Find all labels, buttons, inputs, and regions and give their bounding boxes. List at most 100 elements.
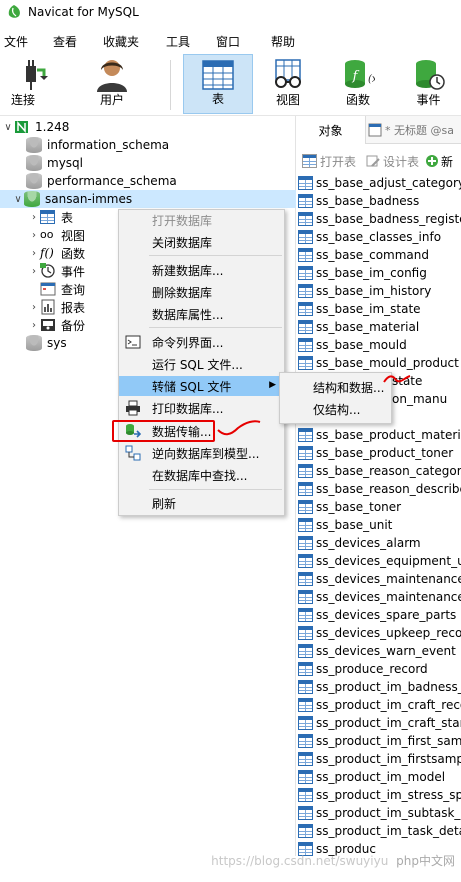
table-icon [298,716,313,730]
table-row[interactable]: ss_product_im_model [298,768,445,786]
table-icon [298,446,313,460]
menu-help[interactable]: 帮助 [271,33,295,50]
table-row[interactable]: ss_product_im_first_samp [298,732,461,750]
tree-node-queries[interactable]: 查询 [40,280,85,298]
chevron-down-icon[interactable]: ∨ [2,122,14,133]
table-icon [298,590,313,604]
chevron-right-icon[interactable]: › [28,212,40,223]
chevron-right-icon[interactable]: › [28,266,40,277]
tree-node-events[interactable]: › 事件 [28,262,85,280]
function-button[interactable]: f (x) 函数 [326,54,390,114]
table-row[interactable]: ss_product_im_badness_s [298,678,461,696]
menu-favorites[interactable]: 收藏夹 [103,33,139,50]
user-icon [97,60,127,92]
table-row[interactable]: ss_product_im_craft_reco [298,696,461,714]
table-row[interactable]: ss_base_badness [298,192,419,210]
new-table-button[interactable]: 新 [425,153,453,170]
tree-node-functions[interactable]: › f() 函数 [28,244,85,262]
table-row[interactable]: ss_base_im_history [298,282,431,300]
menu-file[interactable]: 文件 [4,33,28,50]
menu-tools[interactable]: 工具 [166,33,190,50]
tree-node-tables[interactable]: › 表 [28,208,73,226]
menu-structure-and-data[interactable]: 结构和数据... [280,377,391,397]
menu-item-label: 打印数据库... [152,401,224,416]
table-row[interactable]: ss_base_reason_describe [298,480,461,498]
table-row[interactable]: ss_base_im_state [298,300,421,318]
menu-new-database[interactable]: 新建数据库... [119,260,284,280]
table-row[interactable]: ss_base_toner [298,498,401,516]
menu-view[interactable]: 查看 [53,33,77,50]
menu-reverse-to-model[interactable]: 逆向数据库到模型... [119,443,284,463]
table-icon [298,248,313,262]
tree-node-backups[interactable]: › 备份 [28,316,85,334]
watermark-url: https://blog.csdn.net/swuyiyu [211,854,389,868]
table-row[interactable]: ss_product_im_task_detai [298,822,461,840]
menu-delete-database[interactable]: 删除数据库 [119,282,284,302]
table-icon [298,302,313,316]
design-table-button[interactable]: 设计表 [366,153,419,170]
menu-item-label: 仅结构... [313,402,361,417]
view-button[interactable]: 视图 [256,54,320,114]
table-row[interactable]: ss_base_unit [298,516,392,534]
table-row[interactable]: ss_base_product_materia [298,426,461,444]
table-row[interactable]: ss_produce_record [298,660,428,678]
connect-button[interactable]: 连接 [6,54,74,114]
table-button[interactable]: 表 [183,54,253,114]
tree-node-label: 函数 [61,246,86,261]
tree-db-sansan-immes[interactable]: ∨ sansan-immes [0,190,296,208]
table-row[interactable]: ss_devices_maintenance_ [298,570,461,588]
table-row[interactable]: ss_base_mould [298,336,407,354]
table-row[interactable]: ss_product_im_firstsample [298,750,461,768]
table-row[interactable]: ss_base_reason_category [298,462,461,480]
table-row[interactable]: ss_devices_upkeep_recor [298,624,461,642]
table-row[interactable]: ss_base_command [298,246,429,264]
tree-node-views[interactable]: › oo 视图 [28,226,85,244]
tree-db-performance-schema[interactable]: performance_schema [26,172,177,190]
tree-db-mysql[interactable]: mysql [26,154,83,172]
table-row-partial[interactable]: on_manu [392,390,447,408]
tab-untitled-query[interactable]: * 无标题 @sa [368,116,454,144]
tab-objects[interactable]: 对象 [296,116,366,144]
menu-structure-only[interactable]: 仅结构... [280,399,391,419]
table-row[interactable]: ss_product_im_craft_stanc [298,714,461,732]
query-tab-icon [368,123,382,137]
table-row[interactable]: ss_devices_alarm [298,534,421,552]
chevron-right-icon[interactable]: › [28,320,40,331]
tree-node-reports[interactable]: › 报表 [28,298,85,316]
table-row[interactable]: ss_devices_spare_parts [298,606,456,624]
menu-item-label: 命令列界面... [152,335,224,350]
open-table-button[interactable]: 打开表 [302,153,356,170]
table-row[interactable]: ss_base_material [298,318,419,336]
table-row[interactable]: ss_product_im_subtask_sl [298,804,461,822]
table-row[interactable]: ss_base_adjust_category [298,174,461,192]
chevron-right-icon[interactable]: › [28,248,40,259]
tree-db-information-schema[interactable]: information_schema [26,136,169,154]
menu-console[interactable]: 命令列界面... [119,332,284,352]
menu-database-properties[interactable]: 数据库属性... [119,304,284,324]
tree-db-label: sansan-immes [45,192,133,206]
table-row[interactable]: ss_devices_warn_event [298,642,456,660]
menu-window[interactable]: 窗口 [216,33,240,50]
menu-refresh[interactable]: 刷新 [119,493,284,513]
table-row[interactable]: ss_base_classes_info [298,228,441,246]
table-row[interactable]: ss_base_badness_registe [298,210,461,228]
tree-connection[interactable]: ∨ 1.248 [2,118,69,136]
menu-run-sql-file[interactable]: 运行 SQL 文件... [119,354,284,374]
tree-db-sys[interactable]: sys [26,334,67,352]
menu-close-database[interactable]: 关闭数据库 [119,232,284,252]
event-button[interactable]: 事件 [396,54,461,114]
table-row[interactable]: ss_devices_maintenance_ [298,588,461,606]
table-row[interactable]: ss_product_im_stress_spe [298,786,461,804]
chevron-right-icon[interactable]: › [28,230,40,241]
menu-open-database[interactable]: 打开数据库 [119,210,284,230]
table-row[interactable]: ss_base_im_config [298,264,427,282]
user-button[interactable]: 用户 [80,54,144,114]
menu-find-in-database[interactable]: 在数据库中查找... [119,465,284,485]
menu-dump-sql-file[interactable]: 转储 SQL 文件 ▶ [119,376,284,396]
menu-print-database[interactable]: 打印数据库... [119,398,284,418]
chevron-down-icon[interactable]: ∨ [12,194,24,205]
table-row[interactable]: ss_base_product_toner [298,444,453,462]
table-row[interactable]: ss_devices_equipment_up [298,552,461,570]
chevron-right-icon[interactable]: › [28,302,40,313]
table-row[interactable]: ss_base_mould_product [298,354,459,372]
